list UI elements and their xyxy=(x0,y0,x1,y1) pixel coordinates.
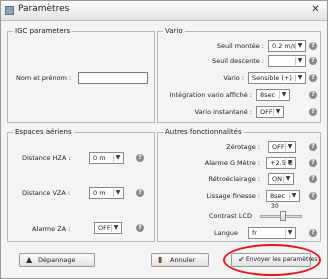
help-icon[interactable]: ? xyxy=(309,57,317,65)
annuler-button[interactable]: ▮ Annuler xyxy=(151,253,209,267)
contrast-slider-thumb[interactable] xyxy=(279,211,286,221)
retroeclairage-value: ON xyxy=(272,175,282,183)
vario-mode-value: Sensible (+) xyxy=(252,74,292,82)
alarme-za-select[interactable]: OFF ▼ xyxy=(94,222,122,234)
settings-window: Paramètres ✕ IGC parameters Nom et préno… xyxy=(0,0,328,279)
zerotage-label: Zérotage : xyxy=(226,143,260,151)
depannage-button[interactable]: ▲ Dépannage xyxy=(19,253,95,267)
chevron-down-icon: ▼ xyxy=(295,57,304,65)
contrast-value-readout: 30 xyxy=(271,203,279,210)
highlight-ellipse xyxy=(223,244,321,276)
chevron-down-icon: ▼ xyxy=(285,229,294,237)
langue-label: Langue xyxy=(214,229,238,237)
vario-instantane-label: Vario instantané : xyxy=(194,108,252,116)
chevron-down-icon: ▼ xyxy=(285,143,294,151)
vario-mode-select[interactable]: Sensible (+) ▼ xyxy=(248,72,306,84)
alarme-g-metre-select[interactable]: +2.5 G ▼ xyxy=(266,157,296,169)
lissage-finesse-select[interactable]: 8sec ▼ xyxy=(266,190,300,202)
distance-hza-select[interactable]: 0 m ▼ xyxy=(89,152,124,164)
alarme-za-label: Alarme ZA : xyxy=(32,225,71,233)
chevron-down-icon: ▼ xyxy=(285,159,294,167)
chevron-down-icon: ▼ xyxy=(295,74,304,82)
chevron-down-icon: ▼ xyxy=(113,189,122,197)
langue-select[interactable]: fr ▼ xyxy=(248,227,296,239)
igc-group-title: IGC parameters xyxy=(13,26,73,37)
autres-group-title: Autres fonctionnalités xyxy=(163,127,244,138)
distance-hza-value: 0 m xyxy=(93,154,106,162)
warning-icon: ▲ xyxy=(26,255,33,264)
seuil-montee-label: Seuil montée : xyxy=(216,42,264,50)
zerotage-select[interactable]: OFF ▼ xyxy=(268,141,296,153)
window-title: Paramètres xyxy=(18,4,70,14)
autres-fonctionnalites-group: Autres fonctionnalités Zérotage : OFF ▼ … xyxy=(157,127,321,242)
help-icon[interactable]: ? xyxy=(309,229,317,237)
distance-vza-label: Distance VZA : xyxy=(22,189,71,197)
chevron-down-icon: ▼ xyxy=(111,224,120,232)
vario-group-title: Vario xyxy=(163,26,185,37)
help-icon[interactable]: ? xyxy=(136,224,144,232)
integration-vario-select[interactable]: 8sec ▼ xyxy=(256,89,290,101)
retroeclairage-select[interactable]: ON ▼ xyxy=(268,173,294,185)
espaces-aeriens-group: Espaces aériens Distance HZA : 0 m ▼ ? D… xyxy=(7,127,155,242)
help-icon[interactable]: ? xyxy=(136,154,144,162)
title-bar[interactable]: Paramètres ✕ xyxy=(1,1,327,21)
help-icon[interactable]: ? xyxy=(309,108,317,116)
depannage-label: Dépannage xyxy=(38,256,76,264)
help-icon[interactable]: ? xyxy=(309,143,317,151)
igc-parameters-group: IGC parameters Nom et prénom : xyxy=(7,26,155,123)
help-icon[interactable]: ? xyxy=(309,74,317,82)
seuil-montee-value: 0.2 m/s xyxy=(272,42,297,50)
lissage-finesse-label: Lissage finesse : xyxy=(206,192,260,200)
chevron-down-icon: ▼ xyxy=(295,42,304,50)
alarme-g-metre-label: Alarme G Mètre : xyxy=(204,159,260,167)
help-icon[interactable]: ? xyxy=(309,175,317,183)
chevron-down-icon: ▼ xyxy=(289,192,298,200)
contrast-lcd-label: Contrast LCD xyxy=(208,212,252,220)
distance-hza-label: Distance HZA : xyxy=(22,154,71,162)
alarme-za-value: OFF xyxy=(98,224,111,232)
seuil-descente-select[interactable]: ▼ xyxy=(268,55,306,67)
annuler-label: Annuler xyxy=(170,256,196,264)
vario-group: Vario Seuil montée : 0.2 m/s ▼ ? Seuil d… xyxy=(157,26,321,123)
seuil-montee-select[interactable]: 0.2 m/s ▼ xyxy=(268,40,306,52)
help-icon[interactable]: ? xyxy=(309,42,317,50)
chevron-down-icon: ▼ xyxy=(273,108,282,116)
distance-vza-select[interactable]: 0 m ▼ xyxy=(89,187,124,199)
help-icon[interactable]: ? xyxy=(136,189,144,197)
close-icon[interactable]: ✕ xyxy=(309,3,322,16)
help-icon[interactable]: ? xyxy=(309,159,317,167)
chevron-down-icon: ▼ xyxy=(283,175,292,183)
vario-mode-label: Vario : xyxy=(223,74,244,82)
vario-instantane-value: OFF xyxy=(260,108,273,116)
integration-vario-value: 8sec xyxy=(260,91,276,99)
vario-instantane-select[interactable]: OFF ▼ xyxy=(256,106,284,118)
espaces-group-title: Espaces aériens xyxy=(13,127,74,138)
retroeclairage-label: Rétroéclairage : xyxy=(208,175,260,183)
name-label: Nom et prénom : xyxy=(16,74,72,82)
app-icon xyxy=(5,6,14,15)
cancel-icon: ▮ xyxy=(158,255,163,264)
langue-value: fr xyxy=(252,229,257,237)
name-input[interactable] xyxy=(78,72,148,84)
help-icon[interactable]: ? xyxy=(309,192,317,200)
help-icon[interactable]: ? xyxy=(309,91,317,99)
integration-vario-label: Intégration vario affiché : xyxy=(169,91,252,99)
zerotage-value: OFF xyxy=(272,143,285,151)
chevron-down-icon: ▼ xyxy=(279,91,288,99)
seuil-descente-label: Seuil descente : xyxy=(212,57,264,65)
chevron-down-icon: ▼ xyxy=(113,154,122,162)
lissage-finesse-value: 8sec xyxy=(270,192,286,200)
distance-vza-value: 0 m xyxy=(93,189,106,197)
